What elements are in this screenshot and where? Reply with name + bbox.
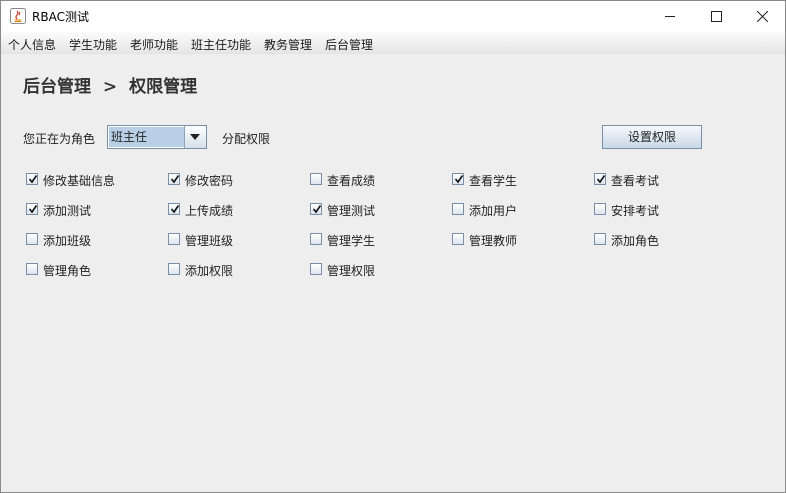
- checkbox-box[interactable]: [594, 233, 606, 245]
- checkbox-box[interactable]: [452, 173, 464, 185]
- maximize-button[interactable]: [693, 1, 739, 31]
- permission-label: 安排考试: [611, 204, 660, 218]
- checkbox-box[interactable]: [26, 263, 38, 275]
- menu-teacher-functions[interactable]: 老师功能: [130, 36, 178, 53]
- breadcrumb-parent: 后台管理: [23, 77, 91, 97]
- checkbox-box[interactable]: [310, 173, 322, 185]
- menu-academic-affairs[interactable]: 教务管理: [264, 36, 312, 53]
- permission-label: 添加角色: [611, 234, 660, 248]
- close-button[interactable]: [739, 1, 785, 31]
- checkbox-box[interactable]: [310, 203, 322, 215]
- permission-label: 管理测试: [327, 204, 376, 218]
- checkmark-icon: [454, 175, 464, 184]
- checkmark-icon: [170, 205, 180, 214]
- menu-student-functions[interactable]: 学生功能: [69, 36, 117, 53]
- checkbox-box[interactable]: [310, 263, 322, 275]
- permission-label: 管理教师: [469, 234, 518, 248]
- permission-label: 管理权限: [327, 264, 376, 278]
- permission-label: 查看考试: [611, 174, 660, 188]
- maximize-icon: [711, 11, 722, 22]
- permission-label: 添加测试: [43, 204, 92, 218]
- checkbox-box[interactable]: [26, 173, 38, 185]
- checkmark-icon: [596, 175, 606, 184]
- minimize-icon: [665, 16, 675, 17]
- role-select[interactable]: 班主任: [107, 125, 207, 149]
- permission-label: 查看成绩: [327, 174, 376, 188]
- permission-label: 添加权限: [185, 264, 234, 278]
- permission-label: 上传成绩: [185, 204, 234, 218]
- checkbox-box[interactable]: [452, 203, 464, 215]
- breadcrumb-separator: >: [102, 77, 118, 97]
- permission-label: 修改密码: [185, 174, 234, 188]
- app-window: RBAC测试 个人信息 学生功能 老师功能 班主任功能 教务管理 后台管理 后台…: [0, 0, 786, 493]
- set-permissions-button[interactable]: 设置权限: [602, 125, 702, 149]
- role-select-arrow[interactable]: [184, 126, 206, 148]
- role-select-value: 班主任: [109, 127, 185, 147]
- checkbox-box[interactable]: [452, 233, 464, 245]
- checkmark-icon: [28, 205, 38, 214]
- title-bar[interactable]: RBAC测试: [1, 1, 785, 31]
- checkbox-box[interactable]: [26, 203, 38, 215]
- menu-personal-info[interactable]: 个人信息: [8, 36, 56, 53]
- checkbox-box[interactable]: [168, 233, 180, 245]
- checkbox-box[interactable]: [26, 233, 38, 245]
- checkbox-box[interactable]: [168, 263, 180, 275]
- window-title: RBAC测试: [32, 10, 89, 24]
- menu-admin[interactable]: 后台管理: [325, 36, 373, 53]
- permission-label: 修改基础信息: [43, 174, 116, 188]
- checkbox-box[interactable]: [594, 203, 606, 215]
- java-app-icon: [10, 8, 26, 24]
- permission-label: 添加用户: [469, 204, 518, 218]
- checkmark-icon: [28, 175, 38, 184]
- permission-label: 查看学生: [469, 174, 518, 188]
- checkbox-box[interactable]: [594, 173, 606, 185]
- checkmark-icon: [170, 175, 180, 184]
- role-prompt-label: 您正在为角色: [23, 132, 96, 146]
- menu-head-teacher-functions[interactable]: 班主任功能: [191, 36, 251, 53]
- breadcrumb: 后台管理 > 权限管理: [23, 72, 197, 97]
- checkbox-box[interactable]: [310, 233, 322, 245]
- assign-permissions-label: 分配权限: [222, 132, 271, 146]
- permission-label: 管理班级: [185, 234, 234, 248]
- permission-label: 添加班级: [43, 234, 92, 248]
- breadcrumb-current: 权限管理: [129, 77, 198, 97]
- checkmark-icon: [312, 205, 322, 214]
- permission-label: 管理学生: [327, 234, 376, 248]
- checkbox-box[interactable]: [168, 173, 180, 185]
- chevron-down-icon: [190, 134, 200, 140]
- close-icon: [757, 11, 768, 22]
- menu-bar: 个人信息 学生功能 老师功能 班主任功能 教务管理 后台管理: [1, 31, 785, 54]
- minimize-button[interactable]: [647, 1, 693, 31]
- checkbox-box[interactable]: [168, 203, 180, 215]
- permission-label: 管理角色: [43, 264, 92, 278]
